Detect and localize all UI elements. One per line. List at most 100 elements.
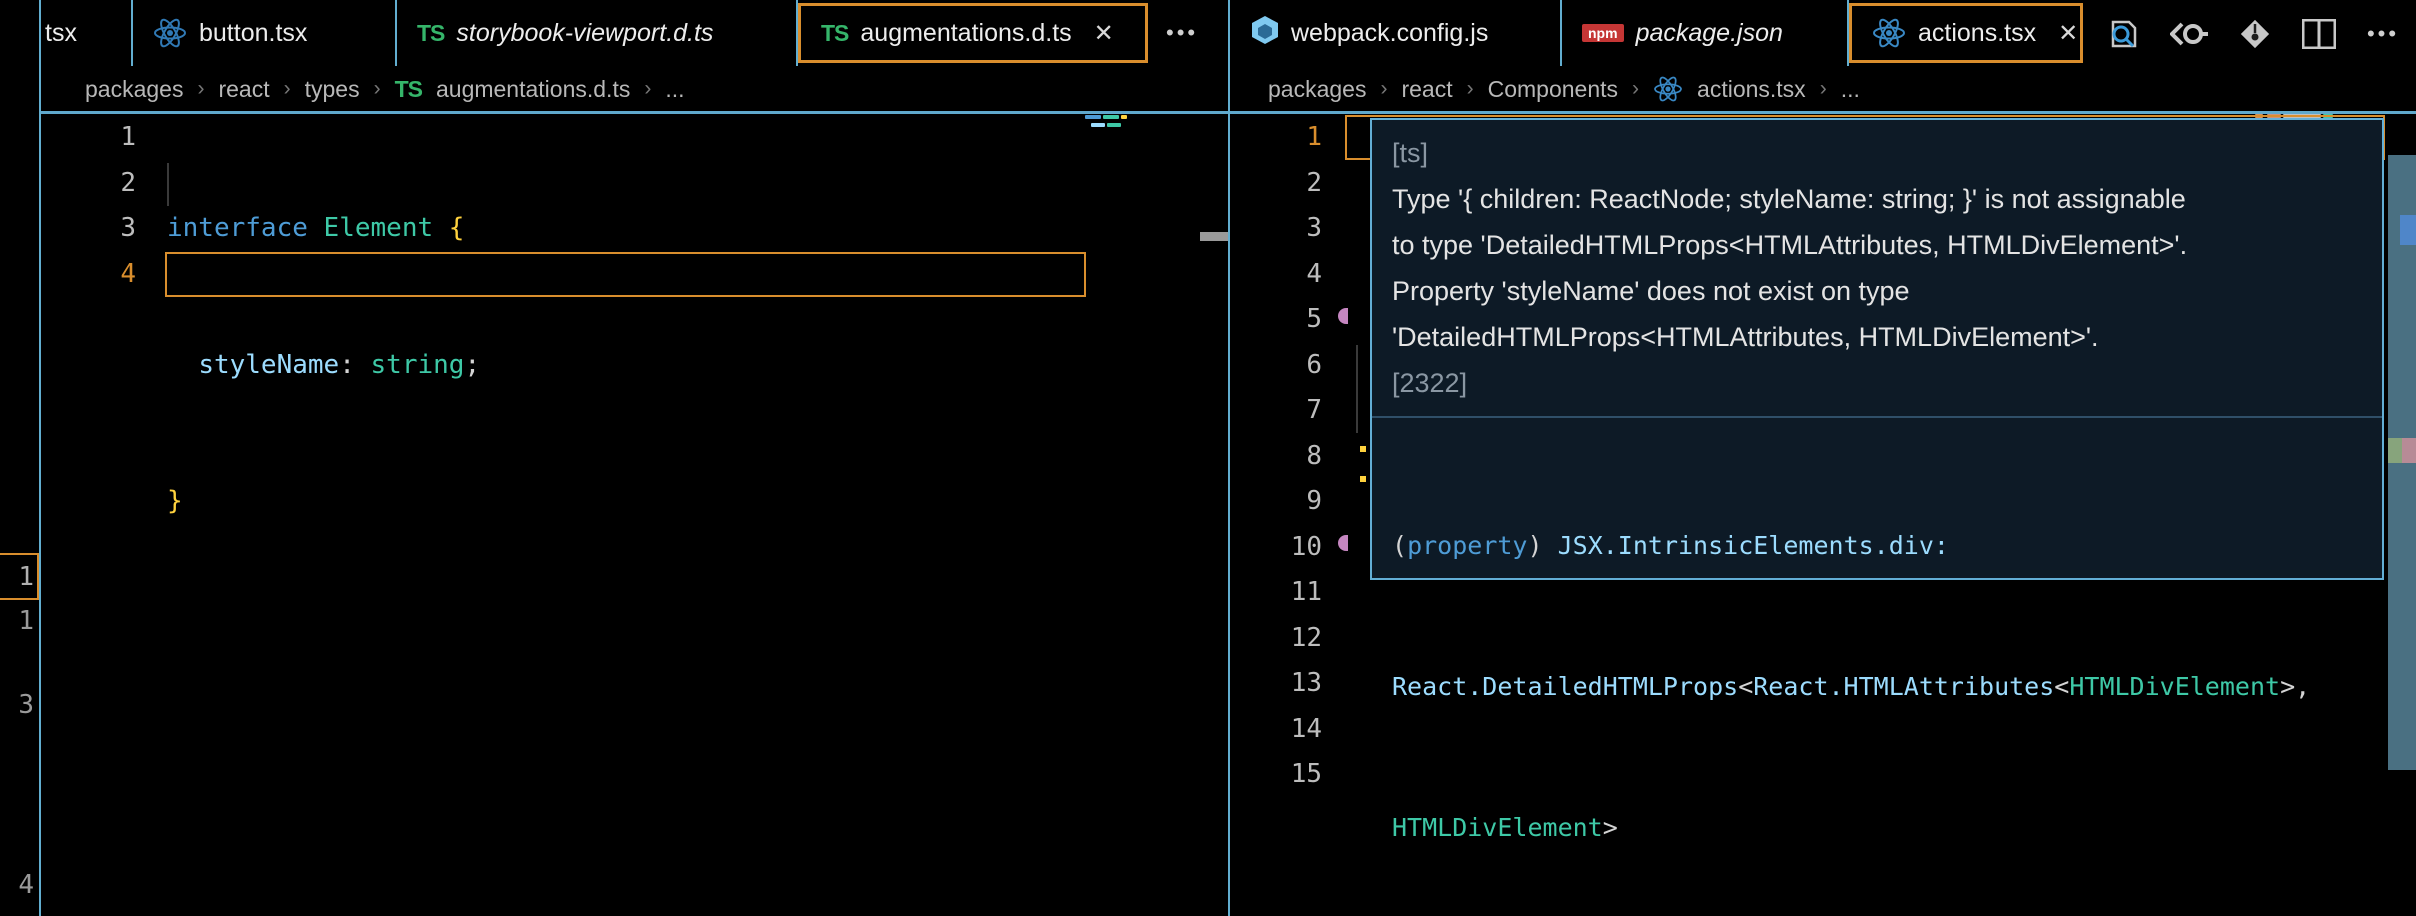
cutoff-line-number: 4 <box>18 870 34 900</box>
typescript-icon: TS <box>417 19 445 46</box>
tooltip-source: [ts] <box>1392 138 1429 168</box>
tab-label: storybook-viewport.d.ts <box>456 18 714 47</box>
tab-label: button.tsx <box>199 18 308 47</box>
chevron-right-icon: › <box>1380 77 1388 100</box>
more-actions-icon[interactable]: ••• <box>2363 14 2403 54</box>
breadcrumb-item[interactable]: packages <box>85 76 183 103</box>
line-number: 6 <box>1306 349 1322 380</box>
close-icon[interactable]: ✕ <box>2058 19 2078 48</box>
tab-webpack-config[interactable]: webpack.config.js <box>1231 0 1558 66</box>
react-icon <box>1872 18 1906 48</box>
chevron-right-icon: › <box>373 77 381 100</box>
tab-label: webpack.config.js <box>1291 18 1489 47</box>
hover-tooltip: [ts] Type '{ children: ReactNode; styleN… <box>1370 118 2384 842</box>
cutoff-line-number: 3 <box>18 690 34 720</box>
minimap-selection-marker <box>2400 215 2416 245</box>
cutoff-line-number: 1 <box>18 606 34 636</box>
git-icon[interactable] <box>2235 14 2275 54</box>
line-number: 13 <box>1290 668 1322 698</box>
code-line: interface Element { <box>167 213 465 243</box>
tooltip-error-code: [2322] <box>1392 368 1468 398</box>
right-gutter: 1 2 3 4 5 6 7 8 9 10 11 12 13 14 15 <box>1262 115 1322 798</box>
line-number: 9 <box>1306 486 1322 516</box>
tooltip-error-message: [ts] Type '{ children: ReactNode; styleN… <box>1372 120 2382 412</box>
editor-group-border[interactable] <box>1228 0 1230 916</box>
editor-group-border[interactable] <box>39 0 41 916</box>
open-changes-icon[interactable] <box>2169 14 2209 54</box>
tooltip-signature: (property) JSX.IntrinsicElements.div: Re… <box>1372 418 2382 916</box>
line-number: 8 <box>1306 440 1322 471</box>
webpack-icon <box>1251 15 1279 52</box>
typescript-icon: TS <box>394 75 423 102</box>
left-gutter: 1 2 3 4 <box>90 115 136 297</box>
tab-label: package.json <box>1635 18 1783 47</box>
chevron-right-icon: › <box>1632 77 1640 100</box>
code-line: } <box>167 486 183 516</box>
typescript-icon: TS <box>821 19 849 46</box>
left-breadcrumbs: packages › react › types › TS augmentati… <box>85 66 685 112</box>
chevron-right-icon: › <box>1819 77 1827 100</box>
right-tabbar: webpack.config.js npm package.json actio… <box>1231 0 2416 66</box>
right-breadcrumbs: packages › react › Components › actions.… <box>1268 66 1860 112</box>
line-number: 1 <box>120 122 136 152</box>
line-number: 2 <box>120 167 136 198</box>
breadcrumb-item[interactable]: react <box>218 76 269 103</box>
line-number: 3 <box>1306 213 1322 243</box>
breadcrumb-item[interactable]: actions.tsx <box>1697 76 1806 103</box>
close-icon[interactable]: ✕ <box>1094 19 1114 48</box>
code-line: styleName: string; <box>198 349 481 380</box>
line-number: 1 <box>1306 122 1322 152</box>
cutoff-editor-group: 1 1 3 4 <box>0 0 40 916</box>
search-editor-icon[interactable] <box>2103 14 2143 54</box>
signature-line: React.DetailedHTMLProps<React.HTMLAttrib… <box>1392 672 2311 701</box>
scrollbar-decoration[interactable] <box>1200 232 1230 241</box>
signature-line: (property) JSX.IntrinsicElements.div: <box>1392 531 1949 560</box>
chevron-right-icon: › <box>1466 77 1474 100</box>
tab-label: actions.tsx <box>1918 18 2037 47</box>
tab-storybook-viewport[interactable]: TS storybook-viewport.d.ts <box>397 0 795 66</box>
breadcrumb-item[interactable]: packages <box>1268 76 1366 103</box>
react-icon <box>153 18 187 48</box>
breadcrumb-item[interactable]: react <box>1401 76 1452 103</box>
line-number: 2 <box>1306 167 1322 198</box>
split-editor-icon[interactable] <box>2299 14 2339 54</box>
breadcrumb-more[interactable]: ... <box>1841 76 1860 103</box>
tooltip-message-line: to type 'DetailedHTMLProps<HTMLAttribute… <box>1392 230 2188 260</box>
tab-actions-active[interactable]: actions.tsx ✕ <box>1849 3 2083 63</box>
line-number: 10 <box>1290 531 1322 562</box>
tooltip-message-line: 'DetailedHTMLProps<HTMLAttributes, HTMLD… <box>1392 322 2099 352</box>
more-tabs-icon: ••• <box>1166 20 1199 45</box>
left-code[interactable]: interface Element { styleName: string; } <box>167 115 480 616</box>
tab-overflow-more[interactable]: ••• <box>1166 0 1226 66</box>
line-number: 14 <box>1290 713 1322 744</box>
line-number: 11 <box>1290 577 1322 607</box>
npm-icon: npm <box>1582 24 1624 42</box>
line-number: 7 <box>1306 395 1322 425</box>
vscode-window: 1 1 3 4 tsx button.tsx TS storybook-view… <box>0 0 2416 916</box>
tab-label: tsx <box>45 18 77 47</box>
line-number: 15 <box>1290 759 1322 789</box>
tab-label: augmentations.d.ts <box>860 18 1072 47</box>
line-number: 5 <box>1306 304 1322 334</box>
tooltip-message-line: Type '{ children: ReactNode; styleName: … <box>1392 184 2186 214</box>
signature-line: HTMLDivElement> <box>1392 813 1618 842</box>
line-number: 4 <box>120 258 136 289</box>
minimap-error-marker <box>2388 438 2402 463</box>
tab-button-tsx[interactable]: button.tsx <box>133 0 395 66</box>
breadcrumb-more[interactable]: ... <box>665 76 684 103</box>
tooltip-message-line: Property 'styleName' does not exist on t… <box>1392 276 1910 306</box>
tab-augmentations-active[interactable]: TS augmentations.d.ts ✕ <box>798 3 1148 63</box>
breadcrumb-item[interactable]: augmentations.d.ts <box>436 76 630 103</box>
react-icon <box>1653 76 1683 102</box>
breadcrumb-item[interactable]: Components <box>1488 76 1618 103</box>
left-tabbar: tsx button.tsx TS storybook-viewport.d.t… <box>41 0 1228 66</box>
cutoff-line-number: 1 <box>18 562 34 592</box>
chevron-right-icon: › <box>644 77 652 100</box>
line-number: 12 <box>1290 622 1322 653</box>
chevron-right-icon: › <box>283 77 291 100</box>
tab-tsx-cut[interactable]: tsx <box>41 0 131 66</box>
breadcrumb-item[interactable]: types <box>305 76 360 103</box>
tab-package-json[interactable]: npm package.json <box>1562 0 1845 66</box>
line-number: 3 <box>120 213 136 243</box>
minimap-error-marker <box>2402 438 2416 463</box>
